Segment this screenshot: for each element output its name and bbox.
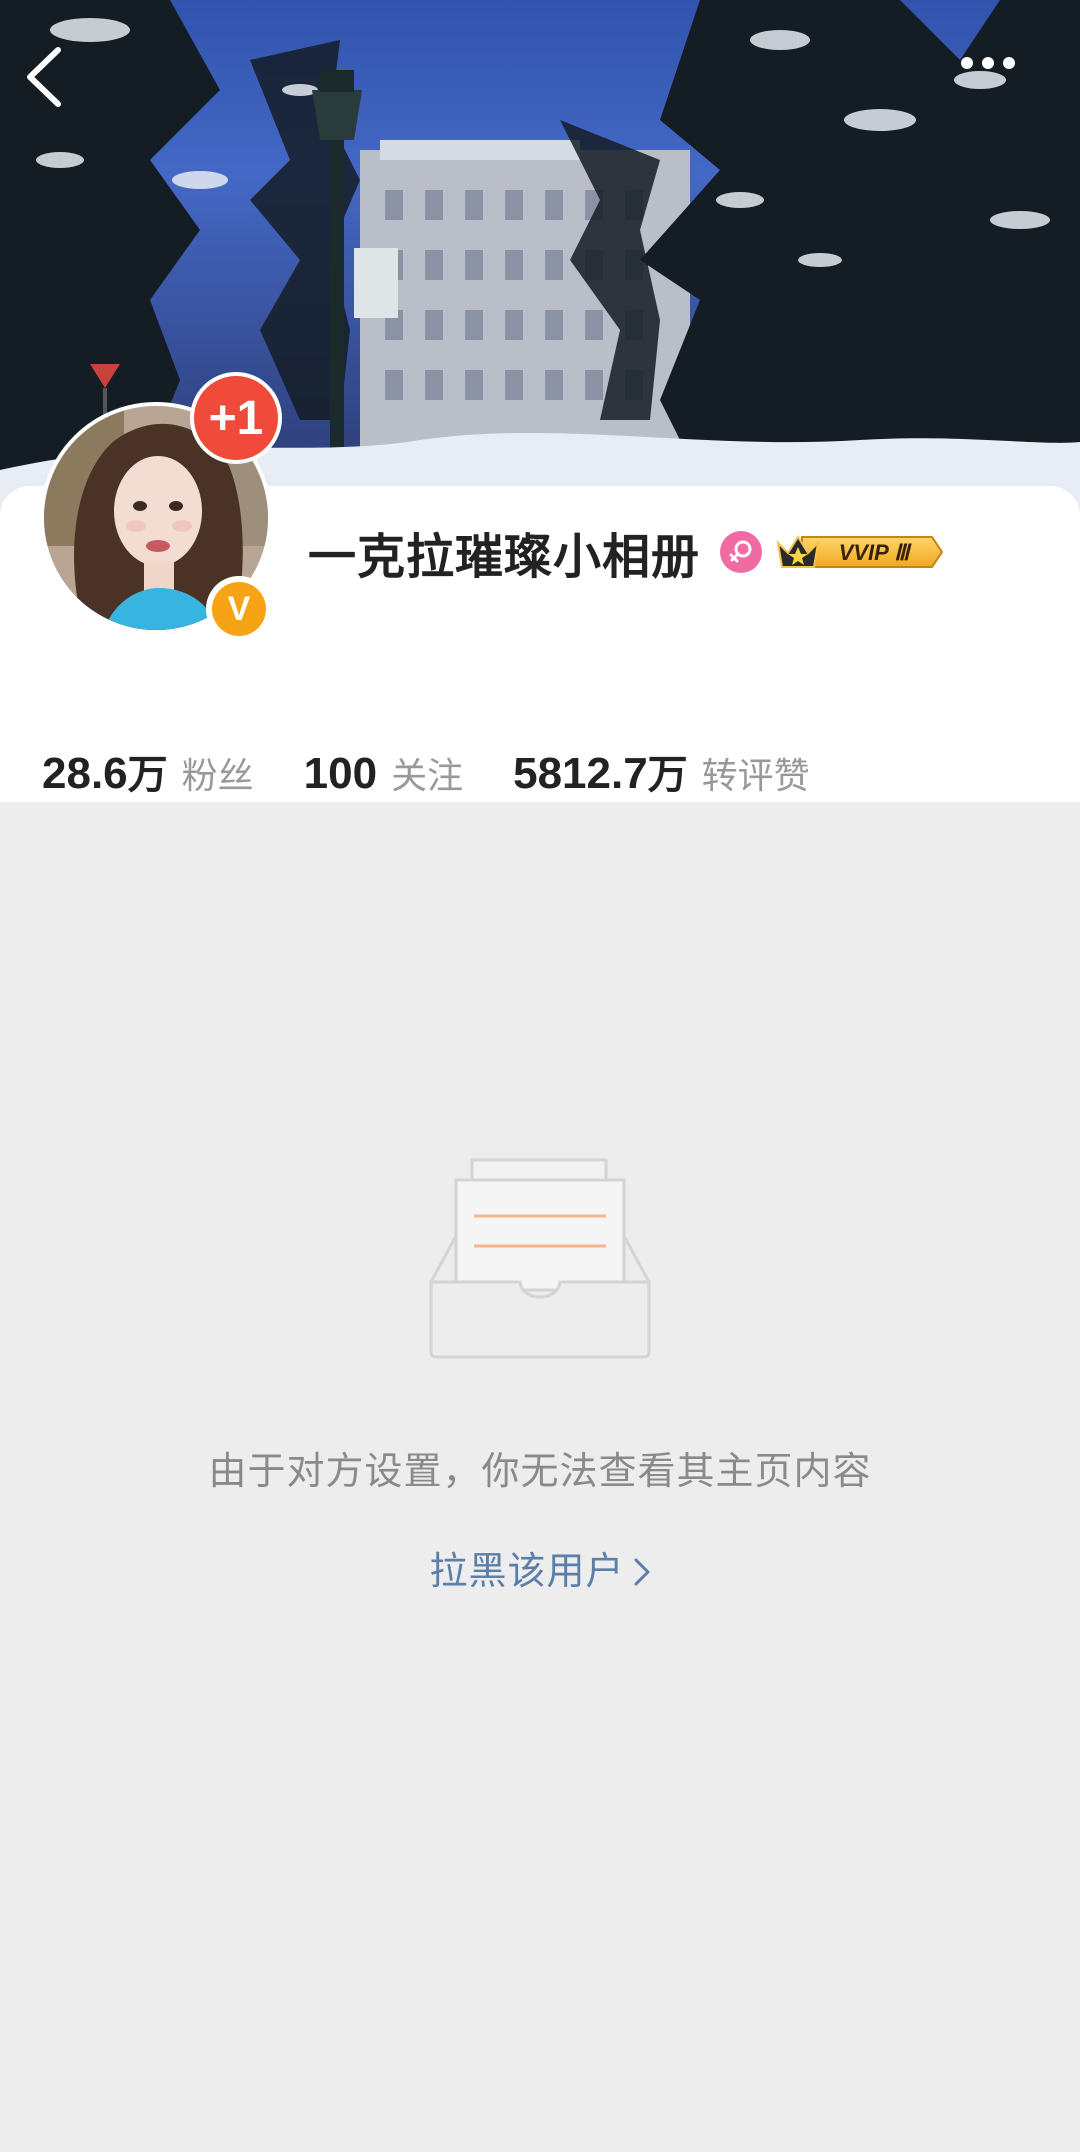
verified-badge: V [206, 576, 272, 642]
more-options-button[interactable] [960, 56, 1056, 126]
stat-interactions-label: 转评赞 [701, 756, 810, 797]
block-user-link[interactable]: 拉黑该用户 [0, 1540, 1080, 1596]
stat-following-number: 100 [304, 749, 377, 799]
stat-interactions-unit: 万 [647, 752, 688, 798]
female-symbol [729, 540, 752, 563]
vvip-badge-text: VVIP Ⅲ [839, 540, 912, 565]
stat-fans[interactable]: 28.6万 粉丝 [42, 742, 254, 800]
empty-state-message: 由于对方设置，你无法查看其主页内容 [208, 1449, 872, 1493]
stat-following[interactable]: 100 关注 [304, 747, 463, 799]
stat-interactions-value: 5812.7 [513, 749, 648, 798]
chevron-left-icon [27, 47, 61, 107]
block-user-label: 拉黑该用户 [429, 1549, 625, 1593]
empty-inbox-graphic [429, 1158, 651, 1359]
stat-following-value: 100 [303, 749, 378, 798]
follow-plus-badge[interactable]: +1 [190, 372, 282, 464]
stat-interactions[interactable]: 5812.7万 转评赞 [513, 742, 810, 800]
profile-stats: 28.6万 粉丝 100 关注 5812.7万 转评赞 [42, 742, 860, 800]
stat-interactions-number: 5812.7万 [513, 742, 688, 800]
username: 一克拉璀璨小相册 [308, 529, 701, 585]
stat-fans-label: 粉丝 [181, 756, 254, 797]
empty-inbox-icon [428, 1156, 652, 1360]
name-row: 一克拉璀璨小相册 VVIP Ⅲ [308, 520, 946, 585]
verified-v-icon: V [212, 582, 266, 636]
stat-fans-value: 28.6 [42, 749, 128, 798]
more-dots-icon [961, 57, 1015, 69]
stat-following-label: 关注 [391, 756, 464, 797]
stat-fans-number: 28.6万 [42, 742, 168, 800]
vvip-badge-graphic: VVIP Ⅲ [776, 535, 944, 568]
female-icon [720, 531, 763, 573]
stat-fans-unit: 万 [127, 752, 168, 798]
chevron-right-icon [633, 1552, 651, 1596]
vvip-badge[interactable]: VVIP Ⅲ [776, 529, 946, 575]
back-button[interactable] [24, 46, 100, 136]
